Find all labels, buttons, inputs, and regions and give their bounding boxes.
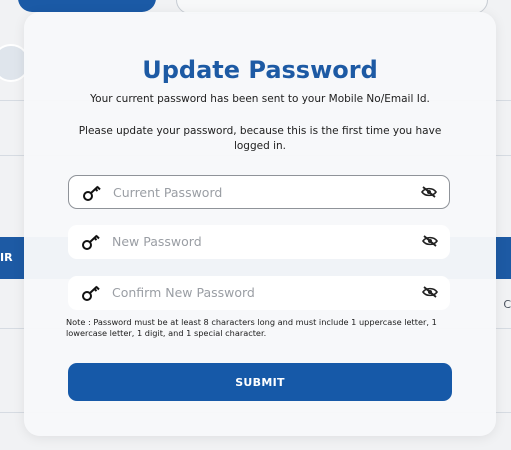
eye-slash-icon[interactable] bbox=[421, 186, 437, 198]
confirm-password-input[interactable] bbox=[112, 276, 402, 308]
password-requirements-note: Note : Password must be at least 8 chara… bbox=[66, 317, 437, 338]
key-icon bbox=[82, 285, 100, 301]
eye-slash-icon[interactable] bbox=[422, 286, 438, 298]
eye-slash-icon[interactable] bbox=[422, 235, 438, 247]
background-cell-text: C bbox=[503, 298, 511, 311]
key-icon bbox=[83, 185, 101, 201]
background-nav-pill bbox=[18, 0, 156, 12]
current-password-input[interactable] bbox=[113, 176, 403, 208]
current-password-field[interactable] bbox=[68, 175, 450, 209]
dialog-message: Please update your password, because thi… bbox=[78, 125, 442, 152]
submit-button[interactable]: SUBMIT bbox=[68, 363, 452, 401]
key-icon bbox=[82, 234, 100, 250]
new-password-input[interactable] bbox=[112, 225, 402, 257]
dialog-subtitle: Your current password has been sent to y… bbox=[90, 93, 430, 105]
dialog-title: Update Password bbox=[142, 56, 378, 84]
new-password-field[interactable] bbox=[68, 225, 450, 259]
background-header-text: IR bbox=[0, 251, 13, 264]
update-password-dialog: Update Password Your current password ha… bbox=[24, 12, 496, 436]
confirm-password-field[interactable] bbox=[68, 276, 450, 310]
